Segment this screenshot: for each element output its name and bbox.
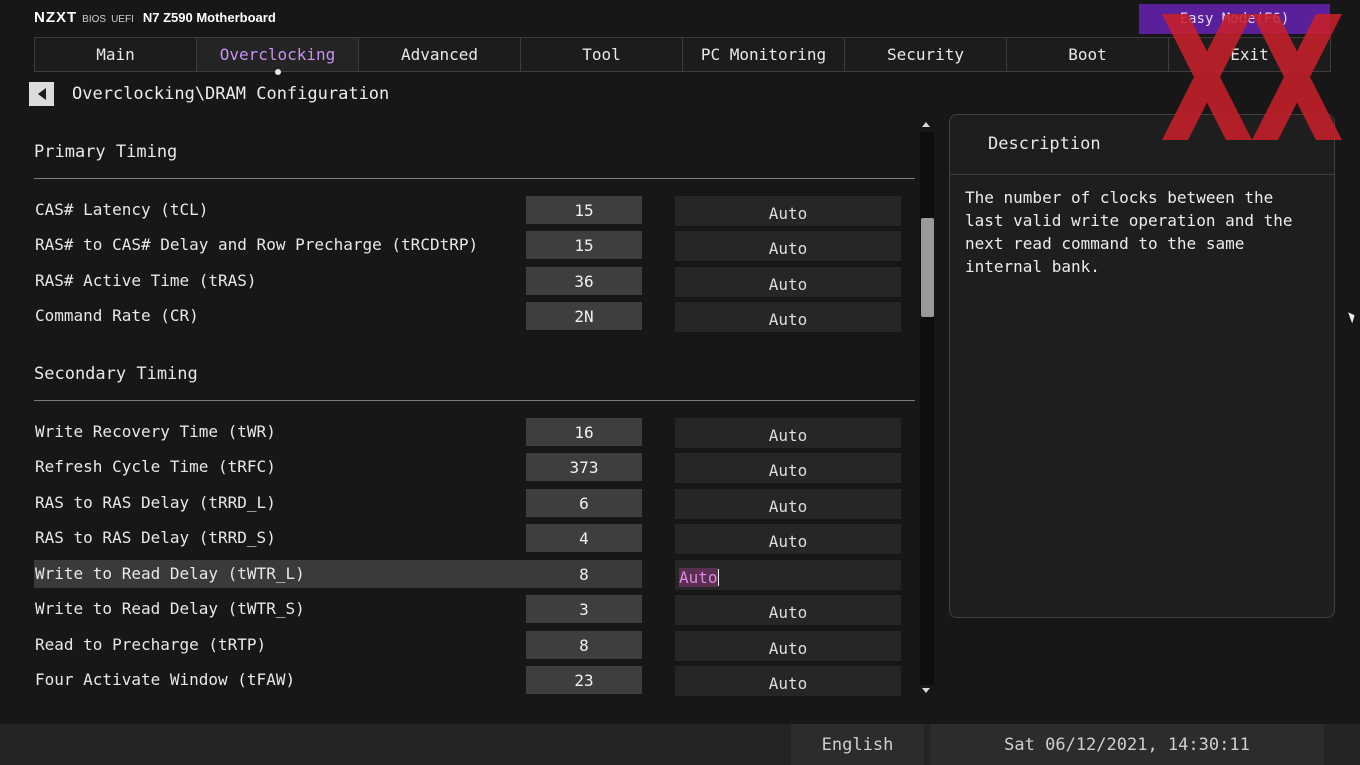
- setting-label: CAS# Latency (tCL): [35, 200, 209, 219]
- setting-row-tcl[interactable]: CAS# Latency (tCL) 15 Auto: [34, 196, 902, 226]
- setting-label: RAS# to CAS# Delay and Row Precharge (tR…: [35, 235, 479, 254]
- easy-mode-button[interactable]: Easy Mode(F6): [1139, 4, 1330, 34]
- setting-current-value: 2N: [526, 302, 642, 330]
- setting-current-value: 15: [526, 196, 642, 224]
- setting-input-active[interactable]: Auto: [675, 560, 901, 590]
- setting-input[interactable]: Auto: [675, 595, 901, 625]
- brand-logo: NZXT: [34, 9, 78, 26]
- setting-row-trrd-s[interactable]: RAS to RAS Delay (tRRD_S) 4 Auto: [34, 524, 902, 554]
- secondary-divider: [34, 400, 915, 401]
- setting-row-twtr-s[interactable]: Write to Read Delay (tWTR_S) 3 Auto: [34, 595, 902, 625]
- tab-boot[interactable]: Boot: [1007, 38, 1169, 71]
- setting-input[interactable]: Auto: [675, 489, 901, 519]
- setting-row-cr[interactable]: Command Rate (CR) 2N Auto: [34, 302, 902, 332]
- setting-input[interactable]: Auto: [675, 453, 901, 483]
- setting-current-value: 23: [526, 666, 642, 694]
- tab-tool[interactable]: Tool: [521, 38, 683, 71]
- description-text: The number of clocks between the last va…: [965, 188, 1293, 276]
- motherboard-model: N7 Z590 Motherboard: [142, 10, 276, 25]
- setting-input[interactable]: Auto: [675, 302, 901, 332]
- brand-uefi: UEFI: [111, 14, 134, 25]
- setting-label: RAS to RAS Delay (tRRD_S): [35, 528, 276, 547]
- brand: NZXT BIOS UEFI N7 Z590 Motherboard: [34, 9, 276, 26]
- setting-input[interactable]: Auto: [675, 418, 901, 448]
- setting-current-value: 3: [526, 595, 642, 623]
- tab-main[interactable]: Main: [35, 38, 197, 71]
- description-panel: Description The number of clocks between…: [949, 114, 1335, 618]
- primary-divider: [34, 178, 915, 179]
- mouse-cursor-icon: [1348, 310, 1357, 324]
- setting-current-value: 6: [526, 489, 642, 517]
- setting-current-value: 16: [526, 418, 642, 446]
- scrollbar-thumb[interactable]: [921, 218, 934, 317]
- tab-pc-monitoring[interactable]: PC Monitoring: [683, 38, 845, 71]
- description-title: Description: [988, 134, 1101, 154]
- description-header: Description: [950, 115, 1334, 175]
- tab-exit[interactable]: Exit: [1169, 38, 1330, 71]
- setting-current-value: 15: [526, 231, 642, 259]
- main-tabs: Main Overclocking Advanced Tool PC Monit…: [34, 37, 1331, 75]
- setting-row-tfaw[interactable]: Four Activate Window (tFAW) 23 Auto: [34, 666, 902, 696]
- setting-row-trfc[interactable]: Refresh Cycle Time (tRFC) 373 Auto: [34, 453, 902, 483]
- setting-current-value: 373: [526, 453, 642, 481]
- setting-input[interactable]: Auto: [675, 666, 901, 696]
- setting-label: Command Rate (CR): [35, 306, 199, 325]
- setting-input[interactable]: Auto: [675, 524, 901, 554]
- brand-bios: BIOS: [82, 14, 107, 25]
- setting-row-twtr-l[interactable]: Write to Read Delay (tWTR_L) 8 Auto: [34, 560, 902, 590]
- back-arrow-icon: [37, 88, 46, 100]
- setting-row-trrd-l[interactable]: RAS to RAS Delay (tRRD_L) 6 Auto: [34, 489, 902, 519]
- setting-row-trtp[interactable]: Read to Precharge (tRTP) 8 Auto: [34, 631, 902, 661]
- tab-advanced[interactable]: Advanced: [359, 38, 521, 71]
- setting-input[interactable]: Auto: [675, 267, 901, 297]
- language-selector[interactable]: English: [791, 724, 924, 765]
- setting-label: Refresh Cycle Time (tRFC): [35, 457, 276, 476]
- scrollbar-track[interactable]: [920, 132, 934, 685]
- scroll-down-arrow-icon[interactable]: [922, 688, 930, 693]
- setting-row-twr[interactable]: Write Recovery Time (tWR) 16 Auto: [34, 418, 902, 448]
- setting-label: Four Activate Window (tFAW): [35, 670, 296, 689]
- setting-current-value: 4: [526, 524, 642, 552]
- tab-security[interactable]: Security: [845, 38, 1007, 71]
- setting-input[interactable]: Auto: [675, 231, 901, 261]
- secondary-timing-title: Secondary Timing: [34, 364, 198, 384]
- setting-current-value: 36: [526, 267, 642, 295]
- setting-current-value: 8: [579, 564, 589, 584]
- setting-label: Read to Precharge (tRTP): [35, 635, 267, 654]
- setting-row-trcdtrp[interactable]: RAS# to CAS# Delay and Row Precharge (tR…: [34, 231, 902, 261]
- setting-row-tras[interactable]: RAS# Active Time (tRAS) 36 Auto: [34, 267, 902, 297]
- primary-timing-title: Primary Timing: [34, 142, 178, 162]
- breadcrumb: Overclocking\DRAM Configuration: [72, 84, 390, 104]
- setting-current-value: 8: [526, 631, 642, 659]
- setting-input[interactable]: Auto: [675, 196, 901, 226]
- scroll-up-arrow-icon[interactable]: [922, 122, 930, 127]
- setting-input[interactable]: Auto: [675, 631, 901, 661]
- selected-input-text: Auto: [679, 567, 718, 587]
- text-caret: [717, 568, 719, 586]
- tab-overclocking[interactable]: Overclocking: [197, 38, 359, 75]
- back-button[interactable]: [29, 82, 54, 106]
- setting-label: Write Recovery Time (tWR): [35, 422, 276, 441]
- setting-label: Write to Read Delay (tWTR_S): [35, 599, 305, 618]
- setting-label: Write to Read Delay (tWTR_L): [35, 564, 305, 583]
- setting-label: RAS# Active Time (tRAS): [35, 271, 257, 290]
- date-time: Sat 06/12/2021, 14:30:11: [930, 724, 1324, 765]
- setting-label: RAS to RAS Delay (tRRD_L): [35, 493, 276, 512]
